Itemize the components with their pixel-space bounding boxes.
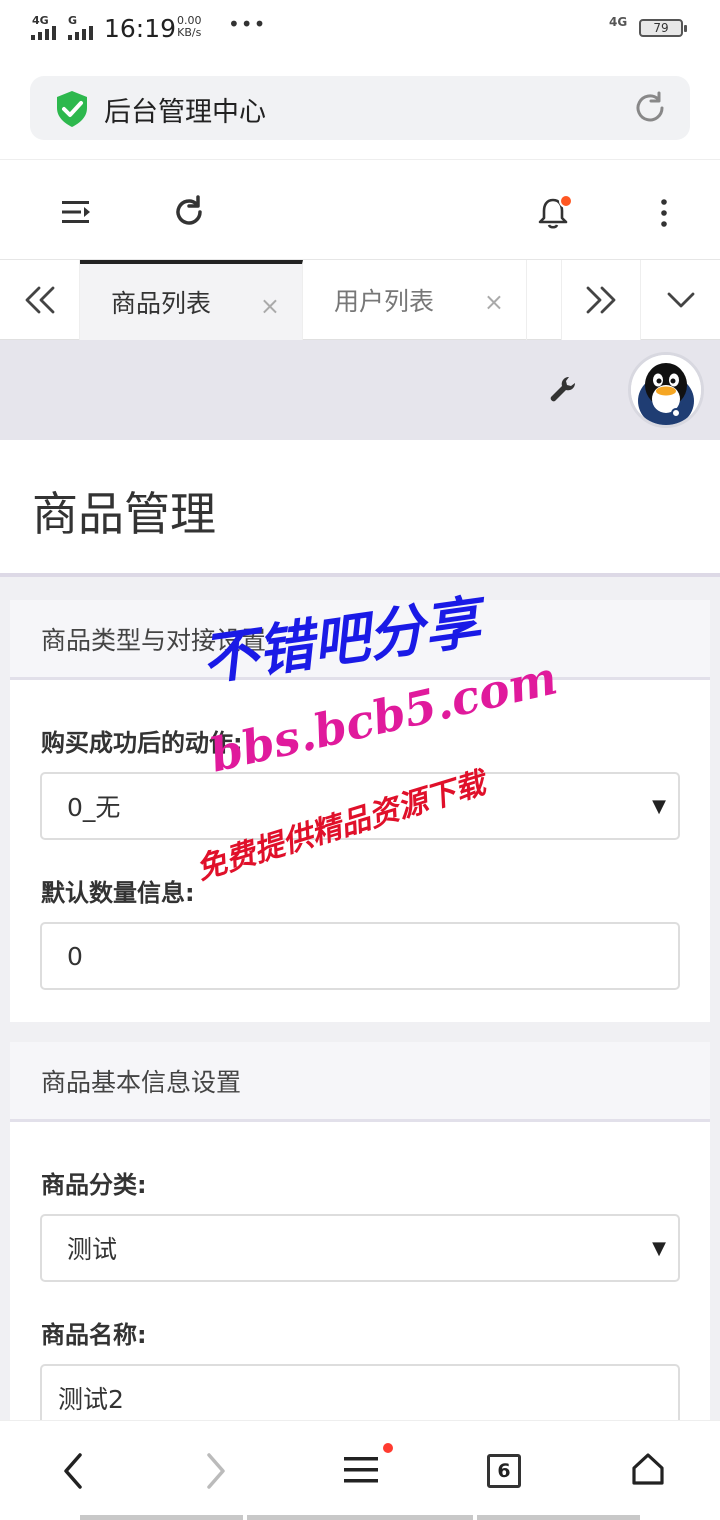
tab-user-list[interactable]: 用户列表 ×: [303, 260, 527, 340]
menu-badge: [383, 1443, 393, 1453]
network-type: 4G: [609, 15, 628, 29]
card-basic-info: 商品基本信息设置 商品分类: 测试 ▼ 商品名称: 测试2: [10, 1042, 710, 1420]
menu-indent-icon[interactable]: [60, 198, 92, 226]
name-input[interactable]: 测试2: [40, 1364, 680, 1420]
tab-close-icon[interactable]: ×: [484, 288, 504, 316]
qty-input[interactable]: 0: [40, 922, 680, 990]
card-type-settings: 商品类型与对接设置 购买成功后的动作: 0_无 ▼ 默认数量信息: 0: [10, 600, 710, 1022]
address-title: 后台管理中心: [104, 97, 266, 128]
page-title: 商品管理: [32, 487, 216, 541]
chevron-down-icon: [667, 292, 694, 308]
card-title: 商品基本信息设置: [10, 1042, 710, 1122]
category-select[interactable]: 测试 ▼: [40, 1214, 680, 1282]
tab-label: 用户列表: [334, 287, 435, 316]
shield-check-icon: [57, 91, 87, 127]
tab-scroll-left-button[interactable]: [0, 260, 80, 340]
name-label: 商品名称:: [41, 1321, 147, 1349]
category-select-value: 测试: [67, 1235, 118, 1264]
double-chevron-right-icon: [586, 286, 616, 314]
tab-product-list[interactable]: 商品列表 ×: [80, 260, 303, 340]
tab-count-button[interactable]: 6: [487, 1454, 521, 1488]
browser-bottom-nav: 6: [0, 1420, 720, 1520]
chevron-left-icon[interactable]: [58, 1449, 88, 1493]
qty-label: 默认数量信息:: [41, 879, 195, 907]
action-label: 购买成功后的动作:: [41, 729, 243, 757]
reload-icon[interactable]: [632, 90, 668, 126]
tab-label: 商品列表: [111, 289, 212, 318]
signal-bars-icon: [31, 26, 56, 40]
hamburger-icon[interactable]: [342, 1453, 380, 1487]
clock: 16:19: [104, 14, 177, 43]
browser-address-area: 后台管理中心: [0, 58, 720, 160]
net-speed-unit: KB/s: [177, 26, 202, 39]
page-header: 商品管理: [0, 440, 720, 577]
battery-icon: 79: [639, 19, 687, 37]
header-toolbar: [0, 160, 720, 260]
gesture-bar: [477, 1515, 640, 1520]
address-bar[interactable]: 后台管理中心: [30, 76, 690, 140]
wrench-icon[interactable]: [548, 374, 578, 404]
select-arrow-icon: ▼: [652, 796, 666, 817]
name-input-value: 测试2: [58, 1385, 124, 1414]
card-title: 商品类型与对接设置: [10, 600, 710, 680]
action-select[interactable]: 0_无 ▼: [40, 772, 680, 840]
qq-penguin-avatar: [631, 355, 701, 425]
signal-bars-2-icon: [68, 26, 93, 40]
gesture-bar: [80, 1515, 243, 1520]
tab-scroll-right-button[interactable]: [561, 260, 641, 340]
tab-dropdown-button[interactable]: [641, 260, 720, 340]
home-icon[interactable]: [630, 1451, 666, 1487]
double-chevron-left-icon: [25, 286, 54, 314]
gesture-bar: [247, 1515, 473, 1520]
qty-input-value: 0: [67, 941, 83, 971]
battery-level: 79: [653, 21, 669, 35]
action-select-value: 0_无: [67, 793, 121, 822]
net-speed: 0.00 KB/s: [177, 15, 202, 39]
tab-close-icon[interactable]: ×: [260, 292, 280, 320]
chevron-right-icon[interactable]: [201, 1449, 231, 1493]
more-vertical-icon[interactable]: [659, 198, 669, 228]
user-bar: [0, 340, 720, 440]
tab-bar: 商品列表 × 用户列表 ×: [0, 260, 720, 340]
notification-badge: [559, 194, 573, 208]
select-arrow-icon: ▼: [652, 1238, 666, 1259]
status-bar: 4G G 16:19 0.00 KB/s ••• 4G 79: [0, 0, 720, 58]
avatar[interactable]: [628, 352, 704, 428]
category-label: 商品分类:: [41, 1171, 147, 1199]
status-more-icon: •••: [228, 12, 267, 36]
refresh-icon[interactable]: [172, 195, 206, 229]
